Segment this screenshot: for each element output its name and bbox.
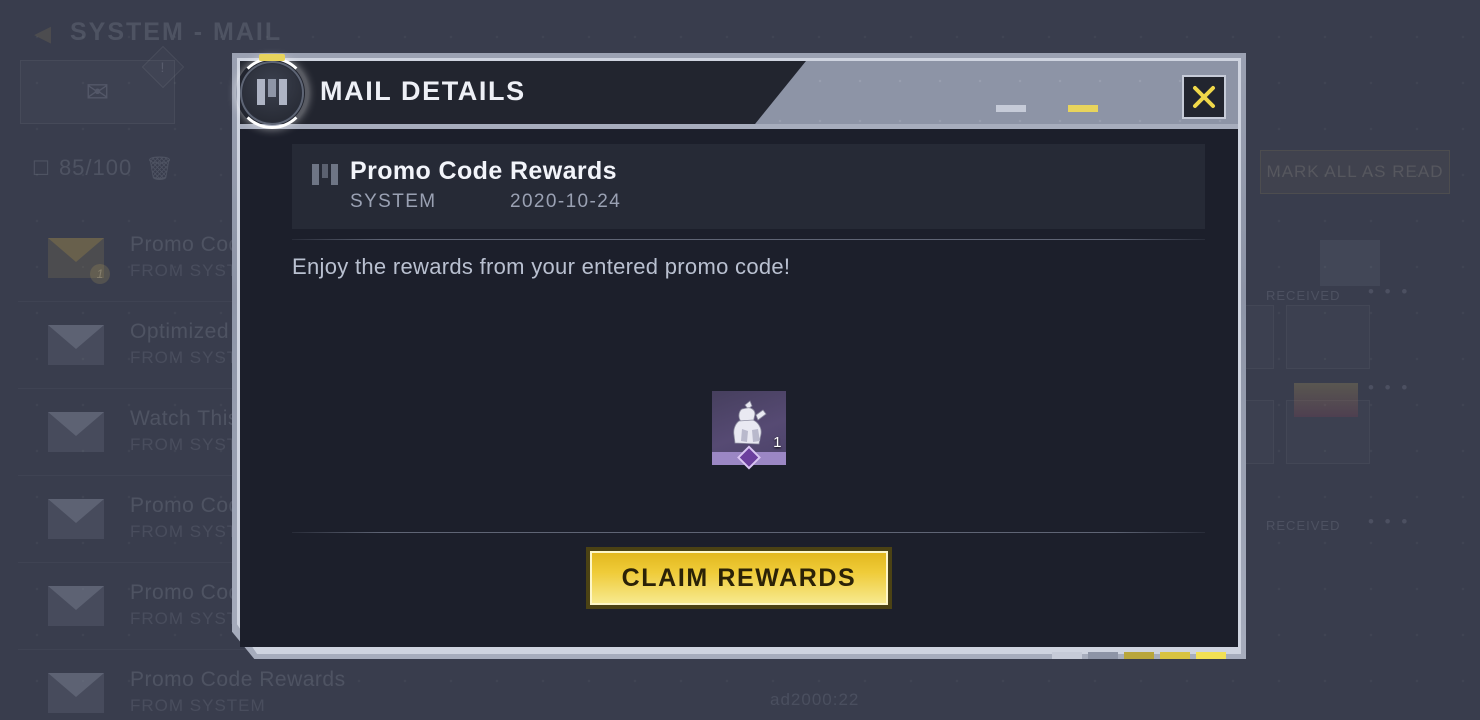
dash-indicator	[1088, 652, 1118, 659]
overflow-dots-icon[interactable]: • • •	[1368, 378, 1410, 398]
header-dash-indicators	[996, 105, 1098, 112]
header-underline	[240, 124, 1238, 129]
mark-all-as-read-label: MARK ALL AS READ	[1266, 162, 1444, 181]
dash-indicator	[1196, 652, 1226, 659]
envelope-icon: 1	[48, 238, 110, 284]
dialog-header: MAIL DETAILS	[240, 61, 1238, 124]
envelope-icon	[48, 412, 104, 452]
close-button[interactable]	[1182, 75, 1226, 119]
received-badge: RECEIVED	[1266, 518, 1341, 533]
envelope-icon	[48, 325, 104, 365]
mail-date: 2020-10-24	[510, 191, 622, 212]
divider-bottom	[292, 532, 1205, 533]
reward-cell[interactable]	[1286, 305, 1370, 369]
dash-indicator	[1052, 652, 1082, 659]
envelope-icon	[48, 499, 104, 539]
rewards-list: 1	[292, 391, 1205, 470]
divider-top	[292, 239, 1205, 240]
envelope-icon	[48, 673, 104, 713]
mailbox-icon: ✉	[85, 76, 110, 108]
mark-all-as-read-button[interactable]: MARK ALL AS READ	[1260, 150, 1450, 194]
mail-emblem-icon	[236, 54, 308, 129]
dialog-title: MAIL DETAILS	[320, 76, 526, 106]
page-title: SYSTEM - MAIL	[70, 18, 283, 46]
reward-item[interactable]: 1	[711, 391, 786, 470]
footer-dash-indicators	[1052, 652, 1226, 659]
claim-rewards-button[interactable]: CLAIM REWARDS	[586, 547, 892, 609]
overflow-dots-icon[interactable]: • • •	[1368, 512, 1410, 532]
envelope-icon	[48, 586, 104, 626]
received-badge: RECEIVED	[1266, 288, 1341, 303]
overflow-dots-icon[interactable]: • • •	[1368, 282, 1410, 302]
dash-indicator	[1068, 105, 1098, 112]
reward-thumbnail	[1320, 240, 1380, 286]
list-item[interactable]: Promo Code Rewards FROM SYSTEM	[18, 650, 718, 720]
dash-indicator	[1124, 652, 1154, 659]
mail-details-dialog: MAIL DETAILS Promo Code Rewards SYSTEM 2…	[232, 53, 1246, 659]
claim-rewards-label: CLAIM REWARDS	[621, 563, 857, 592]
mail-sender: SYSTEM	[350, 191, 437, 212]
dialog-content: MAIL DETAILS Promo Code Rewards SYSTEM 2…	[236, 54, 1238, 659]
dash-indicator	[1160, 652, 1190, 659]
list-item-sender: FROM SYSTEM	[130, 696, 266, 715]
emblem-indicator	[259, 54, 285, 61]
reward-envelope-thumbnail	[1294, 383, 1358, 417]
mail-icon	[312, 164, 339, 186]
dash-indicator	[996, 105, 1026, 112]
reward-quantity: 1	[773, 434, 782, 451]
mail-body-text: Enjoy the rewards from your entered prom…	[292, 254, 791, 279]
dash-indicator	[1032, 105, 1062, 112]
character-bust-icon	[732, 399, 767, 444]
mail-subject: Promo Code Rewards	[350, 157, 617, 185]
close-x-icon	[1193, 86, 1215, 108]
back-arrow-icon[interactable]: ◂	[34, 16, 68, 52]
mail-info-panel: Promo Code Rewards SYSTEM 2020-10-24	[292, 144, 1205, 229]
inbox-icon: ☐	[32, 158, 51, 180]
mail-count: ☐ 85/100	[32, 155, 133, 180]
rarity-gem-icon	[736, 445, 761, 470]
background-code-text: ad2000:22	[770, 690, 860, 709]
trash-icon[interactable]: 🗑	[145, 155, 175, 182]
